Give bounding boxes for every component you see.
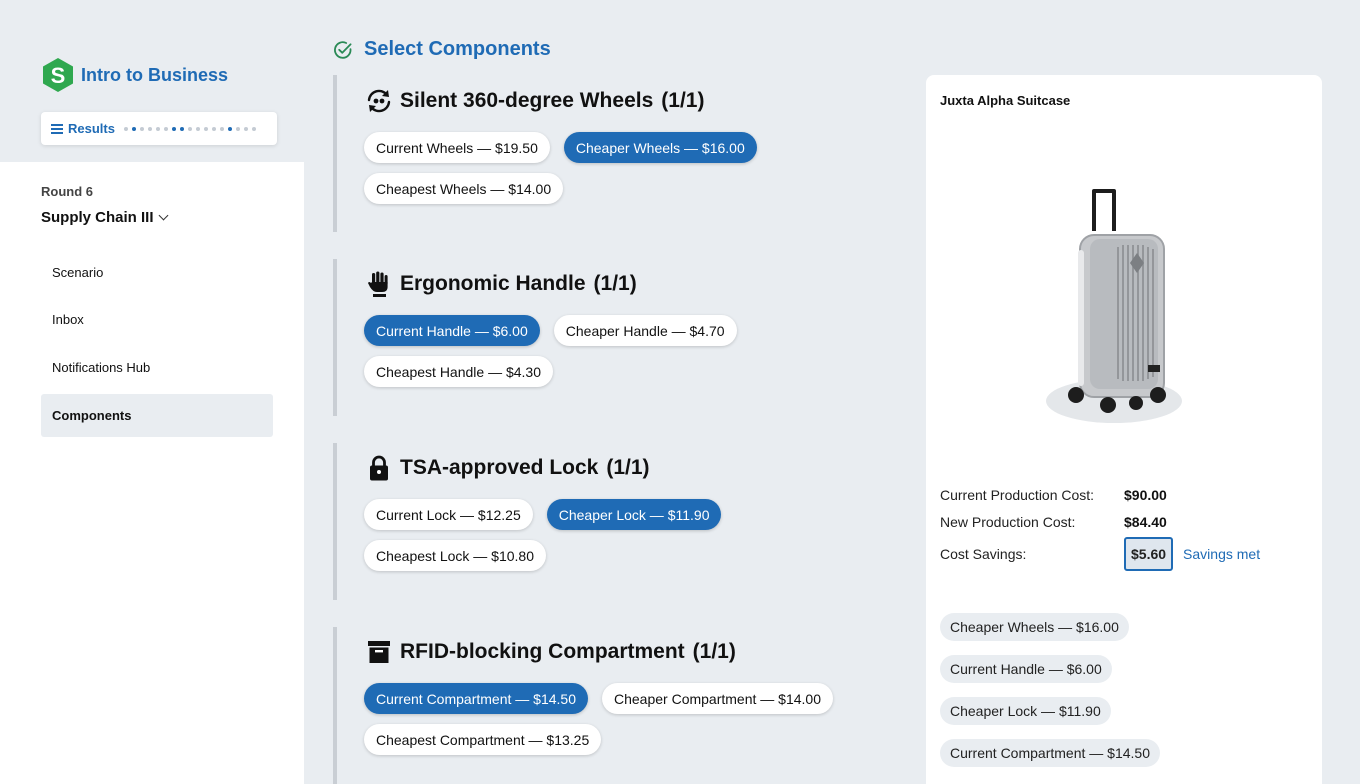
cost-savings-label: Cost Savings: [940,546,1027,562]
progress-dot [131,126,136,131]
hand-icon [368,271,388,297]
selected-component-chip: Cheaper Lock — $11.90 [940,697,1111,725]
menu-icon [51,123,63,134]
option-chip[interactable]: Cheapest Handle — $4.30 [364,356,553,387]
sidebar-item-label: Notifications Hub [52,360,151,375]
results-label: Results [68,121,115,136]
selected-component-chip: Cheaper Wheels — $16.00 [940,613,1129,641]
section-count: (1/1) [661,89,705,112]
section-count: (1/1) [606,456,650,479]
progress-dot [147,126,152,131]
progress-dot [179,126,184,131]
option-chip-selected[interactable]: Cheaper Lock — $11.90 [546,499,722,530]
option-chip[interactable]: Cheapest Wheels — $14.00 [364,173,564,204]
sidebar-item-label: Inbox [52,312,84,327]
progress-dot [211,126,216,131]
section-count: (1/1) [692,640,736,663]
progress-dot [195,126,200,131]
component-section-lock: TSA-approved Lock (1/1) Current Lock — $… [333,443,893,600]
page-title-text: Select Components [364,38,551,60]
progress-dot [251,126,256,131]
product-summary-card: Juxta Alpha Suitcase Current Production … [926,75,1322,784]
selected-components-list: Cheaper Wheels — $16.00 Current Handle —… [940,613,1160,781]
sidebar-item-label: Scenario [52,265,104,280]
cost-savings-row: Cost Savings: $5.60 Savings met [940,537,1260,571]
option-list: Current Compartment — $14.50 Cheaper Com… [364,683,834,755]
section-header: Silent 360-degree Wheels (1/1) [364,84,893,118]
section-title: Silent 360-degree Wheels [400,89,654,112]
component-section-handle: Ergonomic Handle (1/1) Current Handle — … [333,259,893,416]
sidebar-item-inbox[interactable]: Inbox [41,298,273,341]
progress-dot [163,126,168,131]
new-cost-value: $84.40 [1124,514,1167,530]
section-title: Ergonomic Handle [400,272,586,295]
section-header: Ergonomic Handle (1/1) [364,267,893,301]
new-cost-label: New Production Cost: [940,514,1076,530]
section-header: TSA-approved Lock (1/1) [364,451,893,485]
option-chip-selected[interactable]: Current Handle — $6.00 [364,315,540,346]
progress-dot [139,126,144,131]
progress-dot [171,126,176,131]
option-chip-selected[interactable]: Current Compartment — $14.50 [364,683,588,714]
results-button[interactable]: Results [41,112,277,145]
brand-name: Intro to Business [81,64,229,85]
section-count: (1/1) [593,272,637,295]
cost-savings-value: $5.60 [1124,537,1174,571]
wheels-rotate-icon [367,89,391,113]
option-chip[interactable]: Cheapest Compartment — $13.25 [364,724,602,755]
current-cost-row: Current Production Cost: $90.00 [940,487,1167,503]
progress-dot [123,126,128,131]
option-chip[interactable]: Cheapest Lock — $10.80 [364,540,546,571]
suitcase-image [1046,189,1182,423]
chapter-label: Supply Chain III [41,209,154,226]
component-section-wheels: Silent 360-degree Wheels (1/1) Current W… [333,75,893,232]
component-section-compartment: RFID-blocking Compartment (1/1) Current … [333,627,893,784]
option-chip[interactable]: Current Lock — $12.25 [364,499,533,530]
savings-status: Savings met [1183,546,1261,562]
progress-dot [227,126,232,131]
chevron-down-icon [158,210,168,221]
sidebar-item-scenario[interactable]: Scenario [41,251,273,294]
brand-logo-icon: S [43,58,73,92]
brand-logo-letter: S [51,63,66,88]
current-cost-label: Current Production Cost: [940,487,1095,503]
option-list: Current Handle — $6.00 Cheaper Handle — … [364,315,834,387]
sidebar: S Intro to Business Results Round 6 Supp… [0,0,304,784]
new-cost-row: New Production Cost: $84.40 [940,514,1167,530]
product-title: Juxta Alpha Suitcase [940,93,1071,108]
progress-dot [235,126,240,131]
progress-dot [155,126,160,131]
progress-dot [203,126,208,131]
option-list: Current Wheels — $19.50 Cheaper Wheels —… [364,132,834,204]
progress-dot [187,126,192,131]
round-label: Round 6 [41,184,93,199]
option-chip[interactable]: Cheaper Compartment — $14.00 [601,683,833,714]
option-chip[interactable]: Current Wheels — $19.50 [364,132,550,163]
option-list: Current Lock — $12.25 Cheaper Lock — $11… [364,499,834,571]
sidebar-item-label: Components [52,408,132,423]
sidebar-item-components[interactable]: Components [41,394,273,437]
lock-icon [370,455,388,481]
brand[interactable]: S Intro to Business [41,57,228,93]
option-chip-selected[interactable]: Cheaper Wheels — $16.00 [563,132,757,163]
current-cost-value: $90.00 [1124,487,1167,503]
archive-box-icon [368,641,390,663]
page-title: Select Components [333,38,551,61]
progress-dot [243,126,248,131]
option-chip[interactable]: Cheaper Handle — $4.70 [553,315,737,346]
section-title: TSA-approved Lock [400,456,599,479]
section-header: RFID-blocking Compartment (1/1) [364,635,893,669]
check-circle-icon [334,40,352,59]
selected-component-chip: Current Compartment — $14.50 [940,739,1160,767]
sidebar-item-notifications-hub[interactable]: Notifications Hub [41,346,273,389]
selected-component-chip: Current Handle — $6.00 [940,655,1112,683]
section-title: RFID-blocking Compartment [400,640,685,663]
progress-dot [219,126,224,131]
chapter-dropdown[interactable]: Supply Chain III [41,209,168,226]
progress-dots [123,126,256,131]
